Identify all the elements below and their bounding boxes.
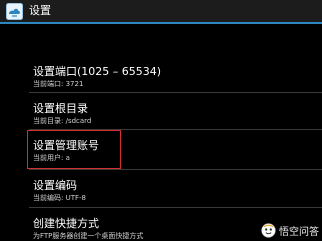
setting-create-shortcut-label: 创建快捷方式 <box>33 217 99 230</box>
title-bar: 设置 <box>0 0 322 24</box>
setting-create-shortcut[interactable]: 创建快捷方式 为FTP服务器创建一个桌面快捷方式 <box>33 217 143 241</box>
highlight-box <box>27 130 121 169</box>
setting-port-label: 设置端口(1025 – 65534) <box>33 65 162 78</box>
divider <box>29 92 322 93</box>
setting-encoding-value: 当前编码: UTF-8 <box>33 194 86 202</box>
setting-encoding[interactable]: 设置编码 当前编码: UTF-8 <box>33 179 86 203</box>
divider <box>29 207 322 208</box>
setting-port[interactable]: 设置端口(1025 – 65534) 当前端口: 3721 <box>33 65 161 89</box>
setting-root-directory[interactable]: 设置根目录 当前目录: /sdcard <box>33 102 91 126</box>
divider <box>29 169 322 170</box>
watermark: 悟空问答 <box>261 221 319 239</box>
watermark-text: 悟空问答 <box>279 226 319 238</box>
setting-create-shortcut-value: 为FTP服务器创建一个桌面快捷方式 <box>33 232 144 240</box>
settings-screen: 设置 设置端口(1025 – 65534) 当前端口: 3721 设置根目录 当… <box>0 0 322 241</box>
wukong-logo-icon <box>261 222 276 238</box>
ftp-app-icon <box>6 3 23 20</box>
setting-root-directory-value: 当前目录: /sdcard <box>33 117 92 125</box>
page-title: 设置 <box>29 4 51 17</box>
setting-port-value: 当前端口: 3721 <box>33 80 84 88</box>
setting-root-directory-label: 设置根目录 <box>33 102 88 115</box>
setting-encoding-label: 设置编码 <box>33 179 77 192</box>
